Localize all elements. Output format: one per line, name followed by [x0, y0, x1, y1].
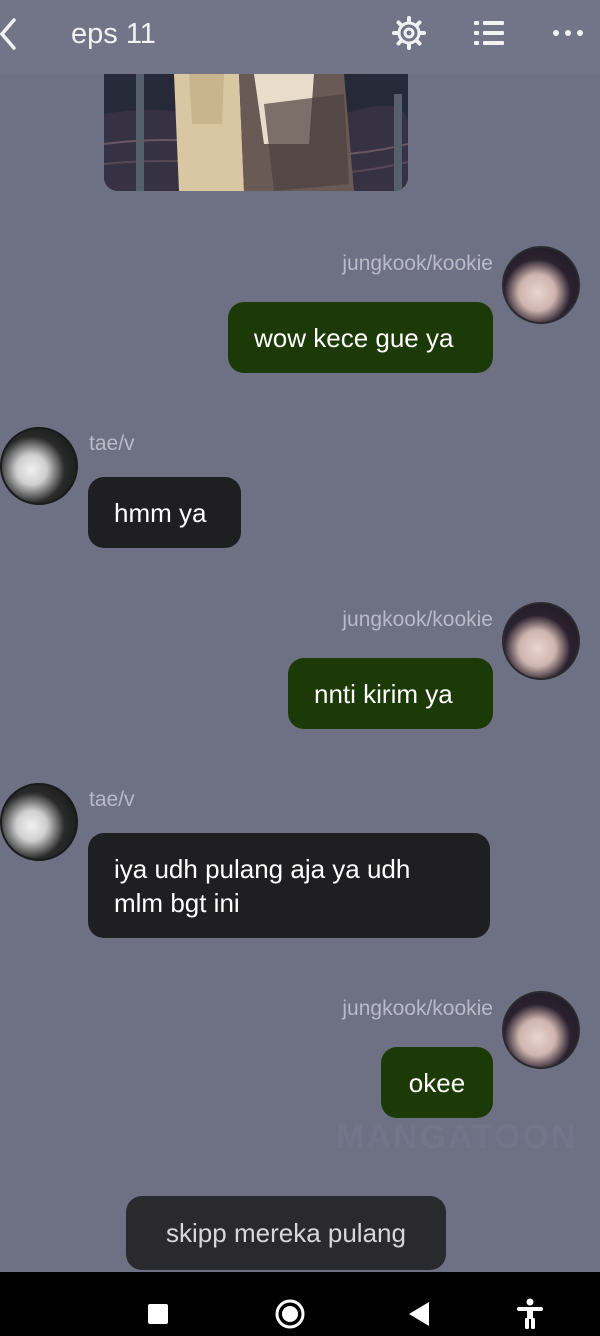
- skip-button[interactable]: skipp mereka pulang: [126, 1196, 446, 1270]
- sender-name: tae/v: [89, 788, 135, 811]
- sender-name: jungkook/kookie: [342, 252, 493, 275]
- chevron-left-icon[interactable]: [0, 14, 28, 54]
- square-icon[interactable]: [148, 1304, 168, 1324]
- top-bar: eps 11: [0, 0, 600, 74]
- image-message[interactable]: [104, 74, 408, 191]
- message-bubble: okee: [381, 1047, 493, 1118]
- message-bubble: nnti kirim ya: [288, 658, 493, 729]
- avatar[interactable]: [502, 991, 580, 1069]
- message-bubble: iya udh pulang aja ya udh mlm bgt ini: [88, 833, 490, 938]
- message-bubble: wow kece gue ya: [228, 302, 493, 373]
- avatar[interactable]: [0, 783, 78, 861]
- sender-name: tae/v: [89, 432, 135, 455]
- accessibility-icon[interactable]: [515, 1298, 545, 1330]
- sender-name: jungkook/kookie: [342, 608, 493, 631]
- photo-illustration: [104, 74, 408, 191]
- message-bubble: hmm ya: [88, 477, 241, 548]
- gear-icon[interactable]: [392, 16, 426, 50]
- more-horizontal-icon[interactable]: [550, 24, 586, 42]
- avatar[interactable]: [502, 246, 580, 324]
- page-title: eps 11: [71, 18, 156, 50]
- avatar[interactable]: [502, 602, 580, 680]
- circle-icon[interactable]: [274, 1298, 306, 1330]
- list-icon[interactable]: [472, 18, 506, 48]
- sender-name: jungkook/kookie: [342, 997, 493, 1020]
- watermark: MANGATOON: [336, 1118, 578, 1156]
- avatar[interactable]: [0, 427, 78, 505]
- triangle-back-icon[interactable]: [407, 1300, 431, 1328]
